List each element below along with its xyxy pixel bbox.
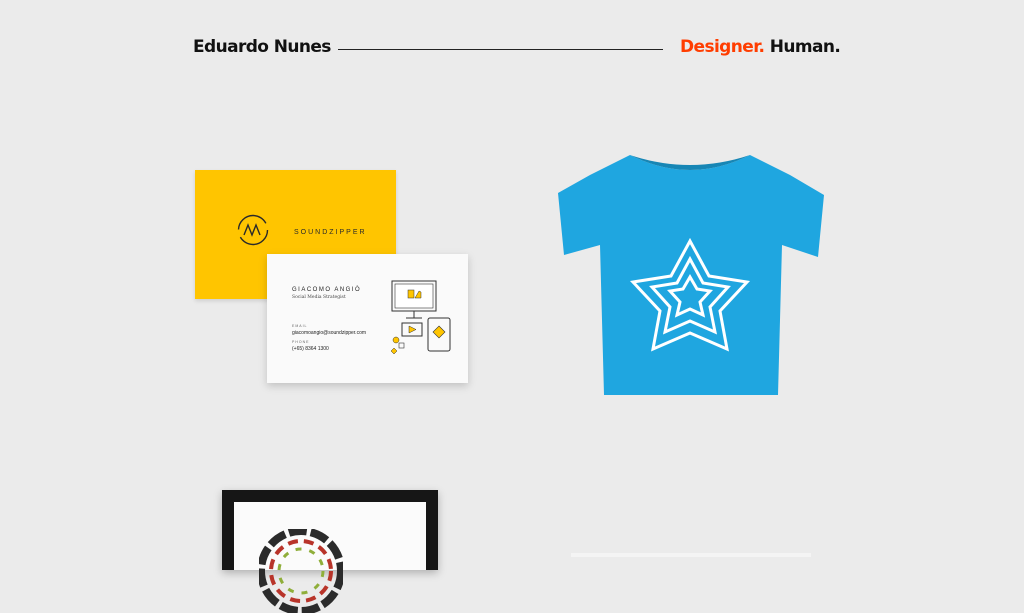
card-email: giacomoangio@soundzipper.com [292, 330, 367, 336]
circular-graphic-icon [259, 529, 343, 613]
card-email-label: EMAIL [292, 324, 308, 328]
header-divider [338, 49, 663, 50]
next-project-preview[interactable] [571, 553, 811, 557]
business-card-back: GIACOMO ANGIÒ Social Media Strategist EM… [267, 254, 468, 383]
site-header: Eduardo Nunes Designer. Human. [0, 0, 1024, 100]
site-logo[interactable]: Eduardo Nunes [193, 37, 331, 57]
card-brand-name: SOUNDZIPPER [294, 229, 367, 236]
portfolio-frame[interactable] [222, 490, 438, 613]
devices-illustration-icon [390, 280, 451, 355]
portfolio-tshirt[interactable] [550, 145, 830, 405]
card-phone-label: PHONE [292, 340, 310, 344]
soundzipper-logo-icon [237, 214, 269, 246]
frame-mat [234, 502, 426, 613]
card-person-role: Social Media Strategist [292, 295, 346, 300]
tagline: Designer. Human. [680, 37, 841, 57]
tshirt-shape [558, 155, 824, 395]
tagline-accent: Designer. [680, 37, 765, 57]
card-person-name: GIACOMO ANGIÒ [292, 287, 362, 293]
card-phone: (+65) 8364 1300 [292, 346, 329, 352]
tagline-rest: Human. [769, 37, 841, 57]
